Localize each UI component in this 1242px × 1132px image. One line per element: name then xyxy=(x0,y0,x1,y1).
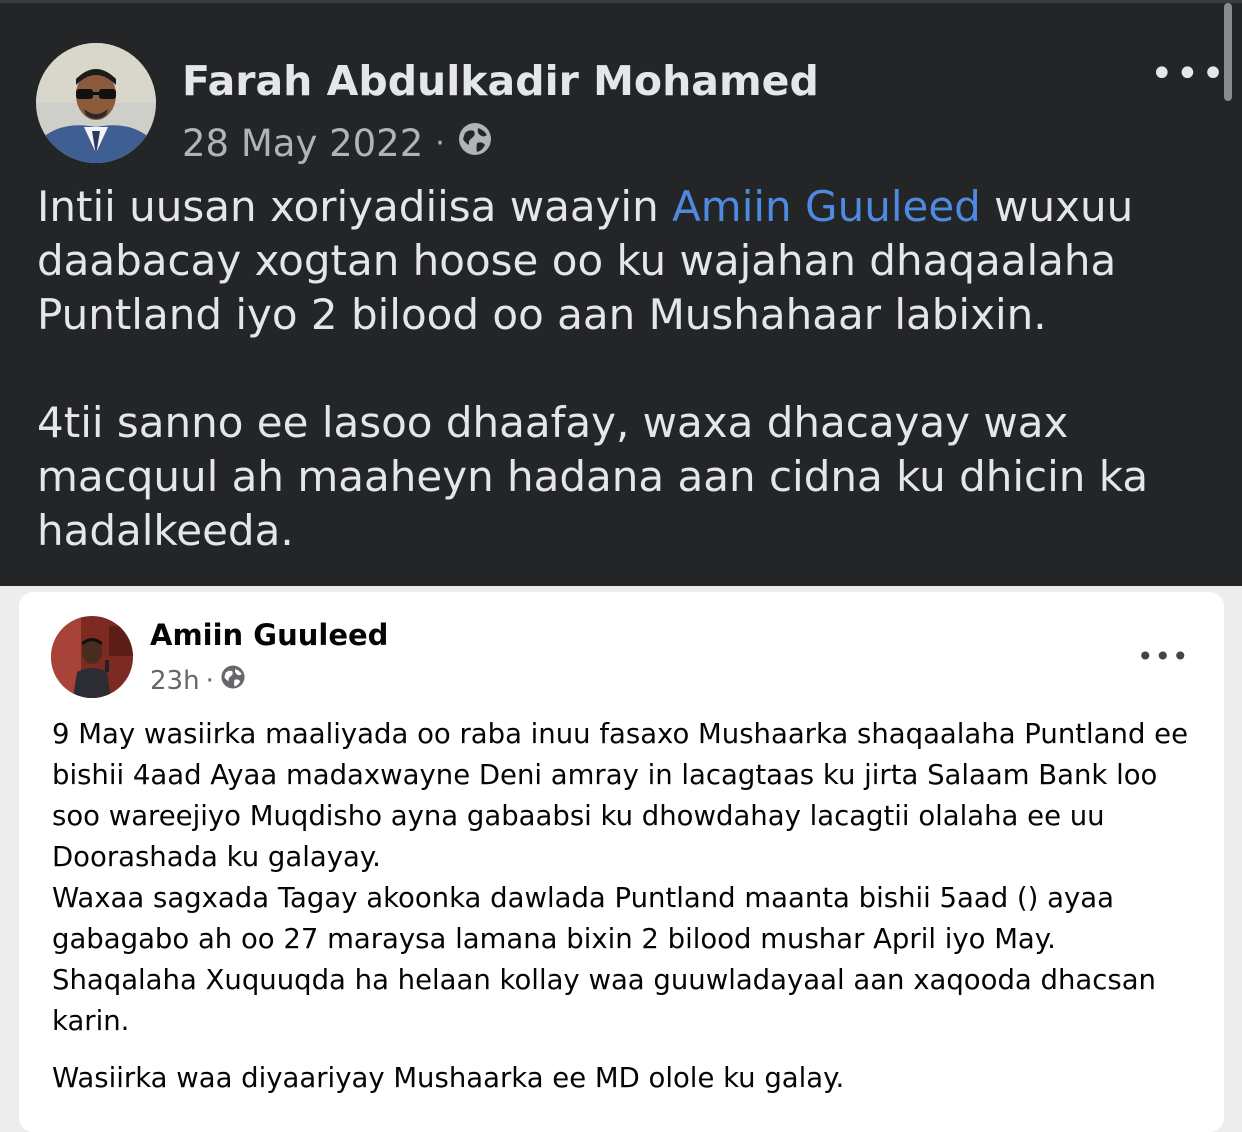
author-avatar[interactable] xyxy=(36,43,156,163)
shared-paragraph: Waxaa sagxada Tagay akoonka dawlada Punt… xyxy=(52,882,1114,955)
meta-separator: · xyxy=(435,126,445,161)
more-options-icon[interactable]: ••• xyxy=(1137,640,1190,673)
shared-paragraph: Shaqalaha Xuquuqda ha helaan kollay waa … xyxy=(52,964,1156,1037)
globe-icon xyxy=(457,121,493,166)
shared-paragraph: 9 May wasiirka maaliyada oo raba inuu fa… xyxy=(52,718,1188,873)
shared-post-card[interactable]: Amiin Guuleed 23h · ••• 9 May wasiirka m… xyxy=(19,592,1224,1132)
post-text: Intii uusan xoriyadiisa waayin Amiin Guu… xyxy=(37,180,1217,558)
post-paragraph: 4tii sanno ee lasoo dhaafay, waxa dhacay… xyxy=(37,398,1149,555)
shared-post-text: 9 May wasiirka maaliyada oo raba inuu fa… xyxy=(52,714,1212,1099)
shared-author-name[interactable]: Amiin Guuleed xyxy=(150,618,388,652)
mention-link[interactable]: Amiin Guuleed xyxy=(672,182,981,231)
author-name[interactable]: Farah Abdulkadir Mohamed xyxy=(182,57,819,105)
post-text-segment: Intii uusan xoriyadiisa waayin xyxy=(37,182,673,231)
post-container: Farah Abdulkadir Mohamed 28 May 2022 · •… xyxy=(0,0,1242,586)
shared-post-meta: 23h · xyxy=(150,664,246,697)
post-meta: 28 May 2022 · xyxy=(182,121,493,166)
shared-author-avatar[interactable] xyxy=(51,616,133,698)
post-date[interactable]: 28 May 2022 xyxy=(182,122,423,165)
shared-post-time[interactable]: 23h xyxy=(150,666,200,696)
post-paragraph: Intii uusan xoriyadiisa waayin Amiin Guu… xyxy=(37,180,1217,342)
shared-paragraph: Wasiirka waa diyaariyay Mushaarka ee MD … xyxy=(52,1062,845,1094)
more-options-icon[interactable]: ••• xyxy=(1150,54,1227,94)
meta-separator: · xyxy=(205,665,214,696)
globe-icon xyxy=(220,664,246,697)
